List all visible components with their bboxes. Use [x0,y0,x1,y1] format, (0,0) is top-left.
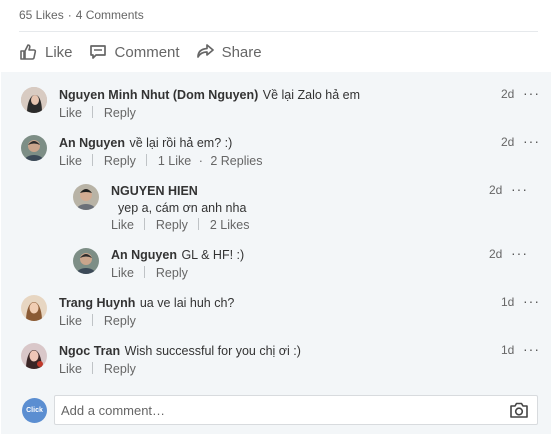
divider [144,266,146,278]
comment-body: Trang Huynh ua ve lai huh ch? [59,294,234,312]
comment-like-button[interactable]: Like [59,154,82,168]
commenter-name[interactable]: Nguyen Minh Nhut (Dom Nguyen) [59,88,258,102]
comment-text: Wish successful for you chị ơi :) [124,344,301,358]
share-icon [196,44,214,58]
like-label: Like [45,43,73,61]
meta-separator: · [198,154,203,168]
commenter-name[interactable]: Trang Huynh [59,296,135,310]
comment-input[interactable] [61,401,501,419]
more-options-icon[interactable]: ··· [523,134,540,148]
comment-reply-button[interactable]: Reply [104,154,136,168]
share-label: Share [221,43,262,61]
replies-count-link[interactable]: 2 Replies [210,154,262,168]
comment-like-button[interactable]: Like [111,218,134,232]
commenter-name[interactable]: Ngoc Tran [59,344,120,358]
post-stats: 65 Likes · 4 Comments [19,8,144,22]
comment-body: An Nguyen về lại rồi hả em? :) [59,134,232,152]
divider [92,154,94,166]
comment-composer [54,395,538,425]
current-user-avatar[interactable]: Click [22,398,47,423]
divider [92,106,94,118]
comment-like-button[interactable]: Like [59,314,82,328]
comment-timestamp: 2d [501,135,515,149]
comment-text: GL & HF! :) [181,248,245,262]
more-options-icon[interactable]: ··· [523,342,540,356]
divider [198,218,200,230]
comment-timestamp: 1d [501,295,515,309]
comments-panel: Nguyen Minh Nhut (Dom Nguyen) Về lại Zal… [1,72,551,434]
comment-reply-button[interactable]: Reply [104,362,136,376]
comment-label: Comment [114,43,180,61]
divider [19,31,538,32]
comment-actions: Like Reply [59,314,136,328]
comment-actions: Like Reply [59,106,136,120]
commenter-name[interactable]: NGUYEN HIEN [111,184,198,198]
reply-body: yep a, cám ơn anh nha [118,199,246,217]
share-button[interactable]: Share [196,43,262,61]
comment-timestamp: 2d [501,87,515,101]
comment-like-button[interactable]: Like [59,106,82,120]
avatar[interactable] [73,184,99,210]
action-bar: Like Comment Share [19,33,278,71]
commenter-name[interactable]: An Nguyen [111,248,177,262]
avatar[interactable] [73,248,99,274]
comment-text: về lại rồi hả em? :) [129,136,233,150]
stats-separator: · [67,8,72,22]
likes-count[interactable]: 65 Likes [19,8,64,22]
avatar[interactable] [21,135,47,161]
divider [92,314,94,326]
divider [144,218,146,230]
like-button[interactable]: Like [19,43,73,61]
likes-count-link[interactable]: 1 Like [158,154,191,168]
reply-author: NGUYEN HIEN [111,182,198,200]
comment-actions: Like Reply 2 Likes [111,218,249,232]
more-options-icon[interactable]: ··· [523,294,540,308]
comment-reply-button[interactable]: Reply [156,218,188,232]
comment-like-button[interactable]: Like [59,362,82,376]
more-options-icon[interactable]: ··· [511,246,528,260]
comment-timestamp: 2d [489,247,503,261]
avatar[interactable] [21,343,47,369]
more-options-icon[interactable]: ··· [511,182,528,196]
comment-reply-button[interactable]: Reply [104,314,136,328]
comment-reply-button[interactable]: Reply [156,266,188,280]
comment-actions: Like Reply [59,362,136,376]
comment-text: Về lại Zalo hả em [262,88,361,102]
camera-icon[interactable] [509,401,529,424]
avatar[interactable] [21,295,47,321]
thumbs-up-icon [20,44,37,60]
comment-actions: Like Reply 1 Like · 2 Replies [59,154,262,168]
divider [146,154,148,166]
divider [92,362,94,374]
comment-reply-button[interactable]: Reply [104,106,136,120]
comment-text: yep a, cám ơn anh nha [118,201,247,215]
comment-body: Nguyen Minh Nhut (Dom Nguyen) Về lại Zal… [59,86,360,104]
likes-count-link[interactable]: 2 Likes [210,218,250,232]
comment-icon [89,45,106,59]
avatar[interactable] [21,87,47,113]
comment-button[interactable]: Comment [89,43,180,61]
comments-count[interactable]: 4 Comments [76,8,144,22]
comment-body: Ngoc Tran Wish successful for you chị ơi… [59,342,301,360]
commenter-name[interactable]: An Nguyen [59,136,125,150]
comment-text: ua ve lai huh ch? [139,296,235,310]
comment-timestamp: 2d [489,183,503,197]
comment-timestamp: 1d [501,343,515,357]
comment-actions: Like Reply [111,266,188,280]
comment-like-button[interactable]: Like [111,266,134,280]
comment-body: An Nguyen GL & HF! :) [111,246,244,264]
more-options-icon[interactable]: ··· [523,86,540,100]
